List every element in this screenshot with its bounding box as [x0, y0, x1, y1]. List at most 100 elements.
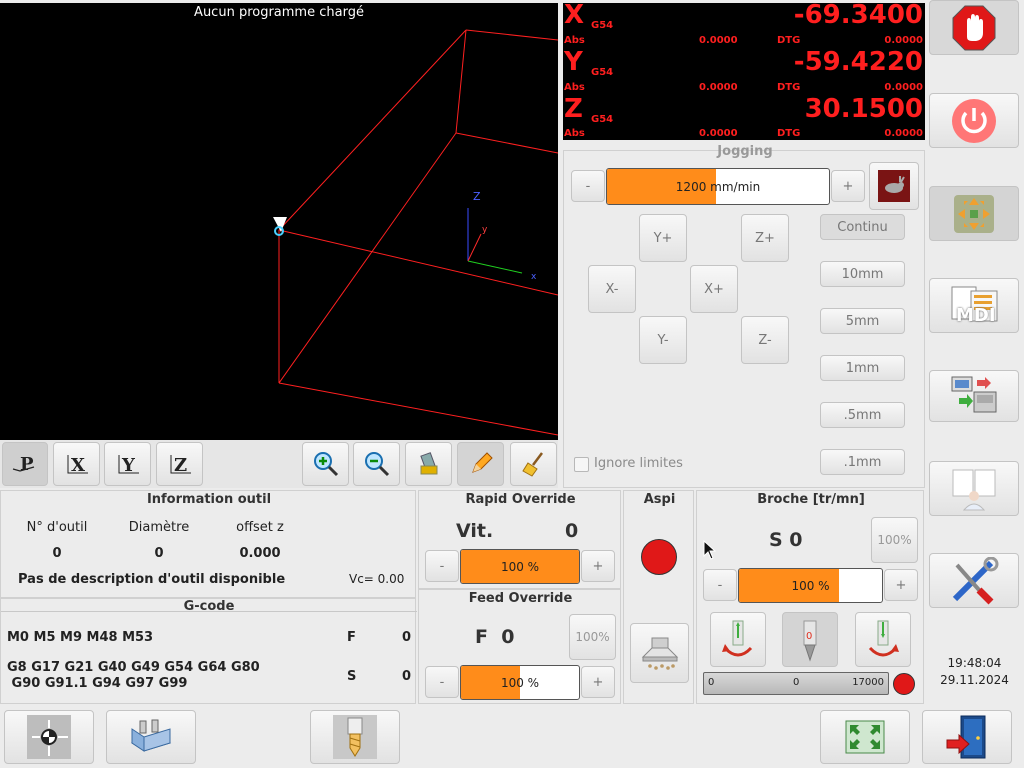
jog-rate-value: 1200 mm/min: [675, 179, 761, 194]
spindle-minus-button[interactable]: -: [703, 569, 737, 601]
jog-arrows-icon: [954, 194, 994, 233]
increment-01mm-button[interactable]: .1mm: [820, 449, 905, 475]
axis-gizmo: Z x y: [467, 190, 537, 282]
exit-door-icon: [946, 715, 986, 759]
spindle-panel: Broche [tr/mn] S 0 100% - 100 % + 0 0 0: [696, 490, 924, 704]
exit-button[interactable]: [922, 710, 1012, 764]
increment-10mm-button[interactable]: 10mm: [820, 261, 905, 287]
machine-power-button[interactable]: [929, 93, 1019, 148]
gcode-panel: G-code M0 M5 M9 M48 M53 F 0 G8 G17 G21 G…: [0, 598, 417, 704]
spindle-cw-icon: [868, 620, 899, 656]
feed-reset-button[interactable]: 100%: [569, 614, 616, 660]
dro-z-row: Z G54 30.1500 Abs 0.0000 DTG 0.0000: [563, 94, 925, 140]
jog-rate-minus-button[interactable]: -: [571, 170, 605, 202]
gcode-f-label: F: [347, 630, 356, 645]
rapid-plus-button[interactable]: +: [581, 550, 615, 582]
jog-y-minus-button[interactable]: Y-: [639, 316, 687, 364]
gcode-active-line2: G90 G91.1 G94 G97 G99: [7, 676, 188, 691]
spindle-status-led: [893, 673, 915, 695]
increment-1mm-button[interactable]: 1mm: [820, 355, 905, 381]
view-x-icon: X: [67, 455, 88, 476]
clear-plot-button[interactable]: [510, 442, 557, 486]
rapid-override-bar[interactable]: 100 %: [460, 549, 580, 584]
svg-text:P: P: [20, 454, 34, 475]
dro-x-row: X G54 -69.3400 Abs 0.0000 DTG 0.0000: [563, 0, 925, 49]
spindle-plus-button[interactable]: +: [884, 569, 918, 601]
jog-x-plus-button[interactable]: X+: [690, 265, 738, 313]
jog-y-plus-button[interactable]: Y+: [639, 214, 687, 262]
jog-z-minus-button[interactable]: Z-: [741, 316, 789, 364]
spindle-stop-button[interactable]: 0: [782, 612, 838, 667]
tools-icon: [952, 556, 999, 604]
ignore-limits-checkbox[interactable]: [574, 457, 589, 472]
aspi-status-led: [641, 539, 677, 575]
auto-mode-button[interactable]: [929, 370, 1019, 422]
svg-text:y: y: [482, 225, 488, 235]
manual-mode-button[interactable]: [929, 186, 1019, 241]
spindle-ccw-button[interactable]: [710, 612, 766, 667]
dro-x-dtg: 0.0000: [884, 35, 923, 46]
feed-override-bar[interactable]: 100 %: [460, 665, 580, 700]
spindle-override-value: 100 %: [791, 578, 830, 593]
view-z-button[interactable]: Z: [156, 442, 203, 486]
edit-program-button[interactable]: [457, 442, 504, 486]
clear-live-plot-button[interactable]: [405, 442, 452, 486]
aspi-toggle-button[interactable]: [630, 623, 689, 683]
gcode-divider: [1, 611, 417, 612]
spindle-gauge-max: 17000: [852, 677, 884, 688]
view-perspective-button[interactable]: P: [2, 442, 48, 486]
power-icon: [952, 98, 996, 143]
dro-y-coord: G54: [591, 67, 614, 78]
rapid-override-title: Rapid Override: [465, 492, 576, 507]
increment-continu-button[interactable]: Continu: [820, 214, 905, 240]
zoom-in-button[interactable]: [302, 442, 349, 486]
workpiece-probe-button[interactable]: [106, 710, 196, 764]
spindle-cw-button[interactable]: [855, 612, 911, 667]
jog-rate-plus-button[interactable]: +: [831, 170, 865, 202]
rapid-minus-button[interactable]: -: [425, 550, 459, 582]
fullscreen-button[interactable]: [820, 710, 910, 764]
jog-rate-bar[interactable]: 1200 mm/min: [606, 168, 830, 205]
svg-text:Z: Z: [174, 455, 187, 476]
spindle-reset-button[interactable]: 100%: [871, 517, 918, 563]
view-z-icon: Z: [170, 455, 191, 476]
tool-offset-value: 0.000: [239, 546, 281, 561]
gcode-s-value: 0: [402, 669, 412, 684]
zoom-out-button[interactable]: [353, 442, 400, 486]
dro-x-axis: X: [564, 0, 585, 30]
increment-5mm-button[interactable]: 5mm: [820, 308, 905, 334]
tool-info-panel: Information outil N° d'outil Diamètre of…: [0, 490, 416, 598]
dro-y-axis: Y: [564, 47, 583, 77]
dro-panel: X G54 -69.3400 Abs 0.0000 DTG 0.0000 Y G…: [563, 0, 925, 140]
view-y-button[interactable]: Y: [104, 442, 151, 486]
tool-info-title: Information outil: [146, 492, 272, 507]
mdi-mode-button[interactable]: MDI: [929, 278, 1019, 333]
feed-minus-button[interactable]: -: [425, 666, 459, 698]
dro-z-dtg-label: DTG: [777, 128, 801, 139]
settings-mode-button[interactable]: [929, 461, 1019, 516]
svg-text:x: x: [531, 272, 537, 282]
estop-button[interactable]: [929, 0, 1019, 55]
tool-length-button[interactable]: [310, 710, 400, 764]
clock-date: 29.11.2024: [940, 673, 1009, 687]
feed-plus-button[interactable]: +: [581, 666, 615, 698]
touch-off-button[interactable]: [4, 710, 94, 764]
machine-envelope: Z x y: [273, 29, 558, 436]
jog-x-minus-button[interactable]: X-: [588, 265, 636, 313]
spindle-override-bar[interactable]: 100 %: [738, 568, 883, 603]
jog-z-plus-button[interactable]: Z+: [741, 214, 789, 262]
gcode-mcodes: M0 M5 M9 M48 M53: [7, 630, 154, 645]
view-x-button[interactable]: X: [53, 442, 100, 486]
svg-text:X: X: [71, 455, 85, 476]
tool-cone-icon: [273, 217, 287, 236]
dro-x-coord: G54: [591, 20, 614, 31]
increment-05mm-button[interactable]: .5mm: [820, 402, 905, 428]
feed-override-title: Feed Override: [468, 591, 573, 606]
tools-button[interactable]: [929, 553, 1019, 608]
jog-speed-mode-button[interactable]: [869, 162, 919, 210]
toolpath-viewport[interactable]: Aucun programme chargé Z x y: [0, 3, 558, 440]
eraser-tool-icon: [419, 452, 437, 475]
dro-z-abs-label: Abs: [564, 128, 585, 139]
right-sidebar: MDI 19:48:04 29.11.2024: [925, 0, 1024, 768]
tool-offset-header: offset z: [236, 520, 284, 535]
